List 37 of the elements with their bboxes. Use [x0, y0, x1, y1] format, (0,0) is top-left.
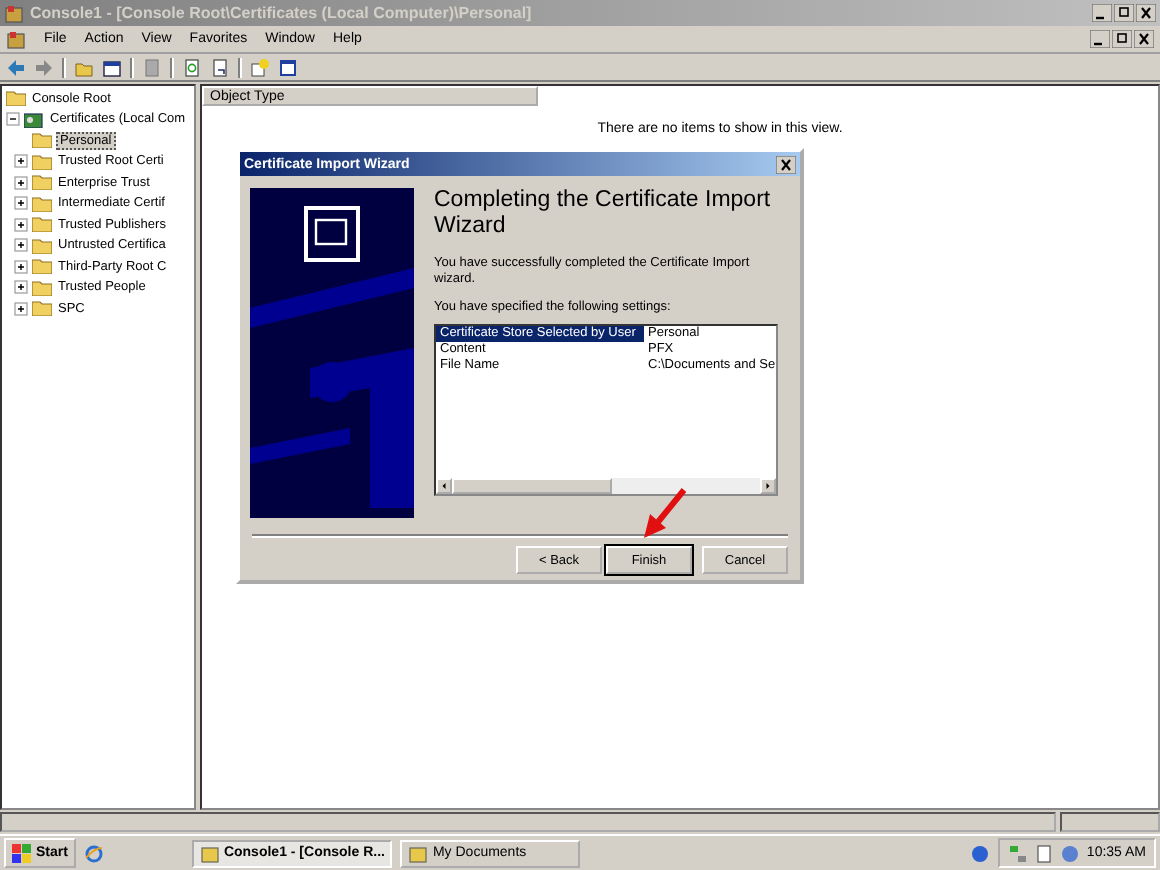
browser-icon[interactable]	[83, 843, 104, 863]
close-button[interactable]	[1134, 30, 1154, 48]
collapse-toggle[interactable]	[6, 112, 20, 127]
restore-button[interactable]	[1112, 30, 1132, 48]
scroll-left-icon[interactable]	[436, 478, 452, 494]
console-icon	[6, 29, 26, 49]
minimize-button[interactable]	[1092, 4, 1112, 22]
back-arrow-icon[interactable]	[6, 57, 26, 77]
window-title: Console1 - [Console Root\Certificates (Local Computer)\Personal]	[30, 4, 532, 22]
refresh-icon[interactable]	[182, 57, 202, 77]
document-icon[interactable]	[1034, 843, 1055, 863]
restore-button[interactable]	[1114, 4, 1134, 22]
wizard-heading: Completing the Certificate Import Wizard	[434, 188, 773, 240]
expand-toggle[interactable]	[14, 238, 28, 253]
scroll-right-icon[interactable]	[760, 478, 776, 494]
certificate-store-icon	[24, 111, 44, 128]
windows-logo-icon	[12, 843, 32, 863]
horizontal-scrollbar[interactable]	[436, 478, 776, 494]
close-button[interactable]	[776, 155, 796, 173]
pointer-arrow-icon	[640, 488, 688, 540]
console-icon	[4, 3, 24, 23]
expand-toggle[interactable]	[14, 196, 28, 211]
console-icon	[199, 843, 220, 863]
folder-icon	[6, 90, 26, 107]
expand-toggle[interactable]	[14, 154, 28, 169]
minimize-button[interactable]	[1090, 30, 1110, 48]
expand-toggle[interactable]	[14, 217, 28, 232]
status-bar-panel	[1060, 812, 1160, 832]
pane-icon[interactable]	[102, 57, 122, 77]
close-button[interactable]	[1136, 4, 1156, 22]
expand-toggle[interactable]	[14, 280, 28, 295]
expand-toggle[interactable]	[14, 259, 28, 274]
scroll-thumb[interactable]	[452, 478, 612, 494]
folder-icon	[408, 843, 429, 863]
window-icon[interactable]	[278, 57, 298, 77]
expand-toggle[interactable]	[14, 175, 28, 190]
expand-toggle[interactable]	[14, 301, 28, 316]
